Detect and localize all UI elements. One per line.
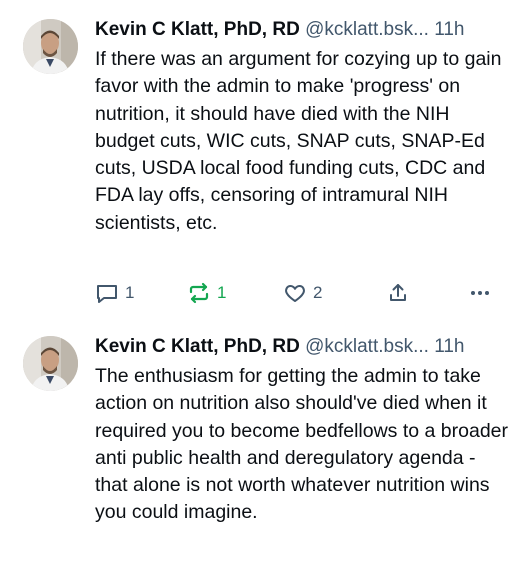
post-body: The enthusiasm for getting the admin to … xyxy=(95,365,509,524)
avatar-image xyxy=(23,336,78,391)
post[interactable]: Kevin C Klatt, PhD, RD @kcklatt.bsk... 1… xyxy=(0,0,522,527)
post-time[interactable]: 11h xyxy=(434,336,464,357)
author-name[interactable]: Kevin C Klatt, PhD, RD xyxy=(95,336,300,357)
author-handle[interactable]: @kcklatt.bsk... xyxy=(305,336,429,357)
avatar[interactable] xyxy=(23,336,78,391)
post-header: Kevin C Klatt, PhD, RD @kcklatt.bsk... 1… xyxy=(95,333,512,361)
